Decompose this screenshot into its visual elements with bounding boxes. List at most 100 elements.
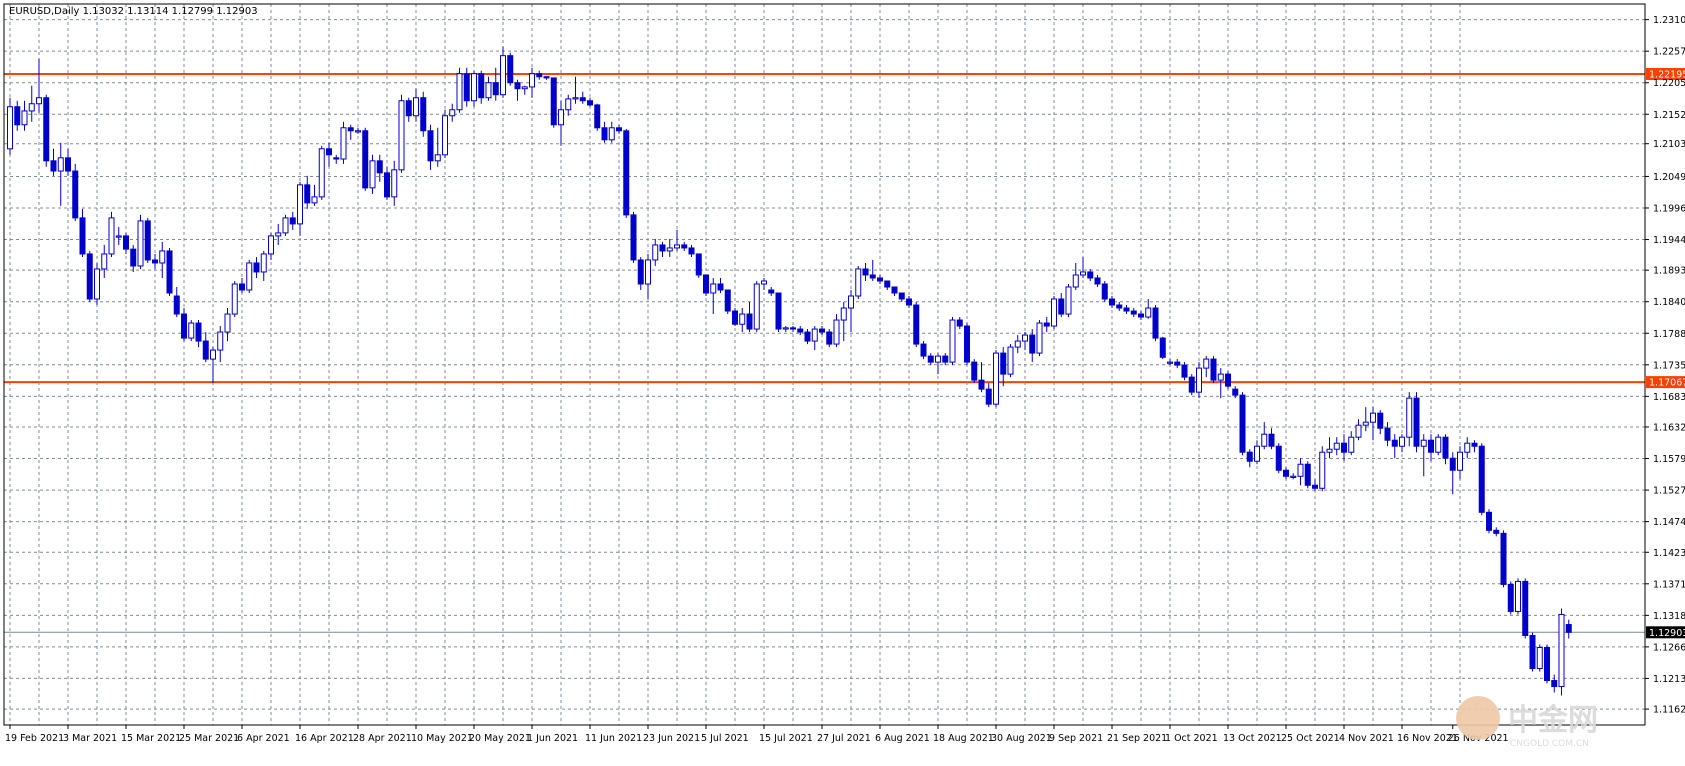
candle (971, 359, 978, 384)
candle-body-bear (144, 220, 151, 261)
candle (1014, 335, 1021, 354)
candle (1217, 368, 1224, 399)
candle-body-bear (1428, 439, 1434, 453)
candle (601, 121, 608, 143)
bid-price-label: 1.12903 (1649, 628, 1685, 639)
candle-body-bear (1232, 388, 1239, 396)
candle (188, 320, 195, 342)
candle (637, 256, 644, 290)
candle-body-bull (159, 250, 166, 264)
candle (123, 232, 129, 254)
candle (855, 265, 862, 300)
candle (340, 121, 347, 164)
candle-body-bull (710, 283, 717, 294)
candle-body-bull (260, 253, 267, 273)
candle-body-bear (289, 217, 296, 225)
candle (920, 341, 927, 360)
candle (978, 362, 985, 393)
y-tick-label: 1.14745 (1653, 517, 1685, 528)
x-tick-label: 18 Aug 2021 (933, 733, 994, 744)
candle-body-bear (79, 217, 86, 255)
candle-body-bull (217, 331, 224, 351)
candle (471, 70, 477, 107)
candle (746, 302, 753, 333)
candle (942, 353, 949, 366)
y-tick-label: 1.13710 (1653, 579, 1685, 590)
candle-body-bear (1109, 298, 1115, 306)
candle-body-bull (391, 169, 398, 198)
candle (398, 94, 405, 173)
candle-body-bull (282, 217, 289, 234)
candle-body-bear (616, 127, 622, 132)
y-tick-label: 1.21035 (1653, 139, 1685, 150)
candle-body-bear (819, 328, 825, 333)
candle-body-bear (239, 283, 245, 291)
candle-body-bull (318, 148, 325, 198)
candle-body-bear (130, 248, 137, 267)
candle (688, 244, 695, 257)
candle-body-bear (1544, 646, 1550, 682)
candle-body-bear (775, 292, 782, 330)
candle-body-bear (1246, 451, 1253, 462)
candle-body-bull (442, 115, 448, 156)
candle (1457, 446, 1463, 480)
candle (659, 241, 666, 257)
candle-body-bear (804, 331, 811, 342)
candle (50, 148, 57, 176)
candle (478, 70, 485, 104)
candle (681, 241, 688, 251)
candle-body-bear (913, 304, 920, 345)
candle-body-bull (1261, 433, 1268, 447)
candle (1377, 410, 1384, 435)
candle-body-bull (1290, 475, 1297, 478)
watermark-domain: CNGOLD.COM.CN (1510, 739, 1589, 749)
y-tick-label: 1.22050 (1653, 78, 1685, 89)
candle (993, 350, 999, 408)
candle (521, 85, 528, 95)
candle-body-bear (304, 184, 311, 204)
candle (1000, 347, 1007, 387)
x-tick-label: 27 Jul 2021 (817, 733, 871, 744)
candle (1196, 362, 1202, 399)
candle-body-bear (195, 322, 202, 342)
candle (79, 208, 86, 257)
candle (239, 277, 245, 294)
candle (456, 67, 463, 113)
candle-body-bull (311, 196, 318, 204)
candle-body-bear (86, 253, 93, 300)
y-tick-label: 1.12660 (1653, 642, 1685, 653)
candle (304, 175, 311, 209)
candle (1174, 359, 1181, 369)
candle-body-bear (1442, 436, 1449, 459)
candle (1036, 320, 1043, 357)
candle-body-bear (1493, 529, 1500, 534)
candle-body-bear (123, 235, 129, 250)
candle-body-bear (166, 250, 173, 294)
x-tick-label: 3 Mar 2021 (63, 733, 117, 744)
candle (43, 94, 50, 167)
candle-body-bear (1101, 283, 1108, 300)
candle (782, 326, 789, 333)
candle (906, 296, 912, 309)
candle-body-bull (1014, 340, 1021, 348)
candle-body-bull (1326, 448, 1333, 453)
candle (1254, 440, 1260, 465)
candle-body-bear (1116, 304, 1123, 309)
candle-body-bull (210, 349, 216, 360)
candle (1384, 422, 1391, 447)
x-tick-label: 5 Jul 2021 (701, 733, 749, 744)
candle-body-bear (630, 214, 637, 261)
candle (1058, 293, 1065, 318)
candle (500, 46, 506, 98)
candle (877, 274, 883, 284)
candle (543, 76, 550, 80)
candle (1007, 344, 1014, 378)
candle-body-bull (398, 100, 405, 171)
candle-body-bear (1275, 445, 1282, 471)
candle-body-bull (855, 268, 862, 297)
candle (1094, 274, 1101, 287)
candle-body-bull (108, 217, 115, 255)
candle-body-bear (550, 77, 557, 126)
chart-title: EURUSD,Daily 1.13032 1.13114 1.12799 1.1… (9, 6, 258, 17)
candle-body-bull (1072, 274, 1079, 288)
